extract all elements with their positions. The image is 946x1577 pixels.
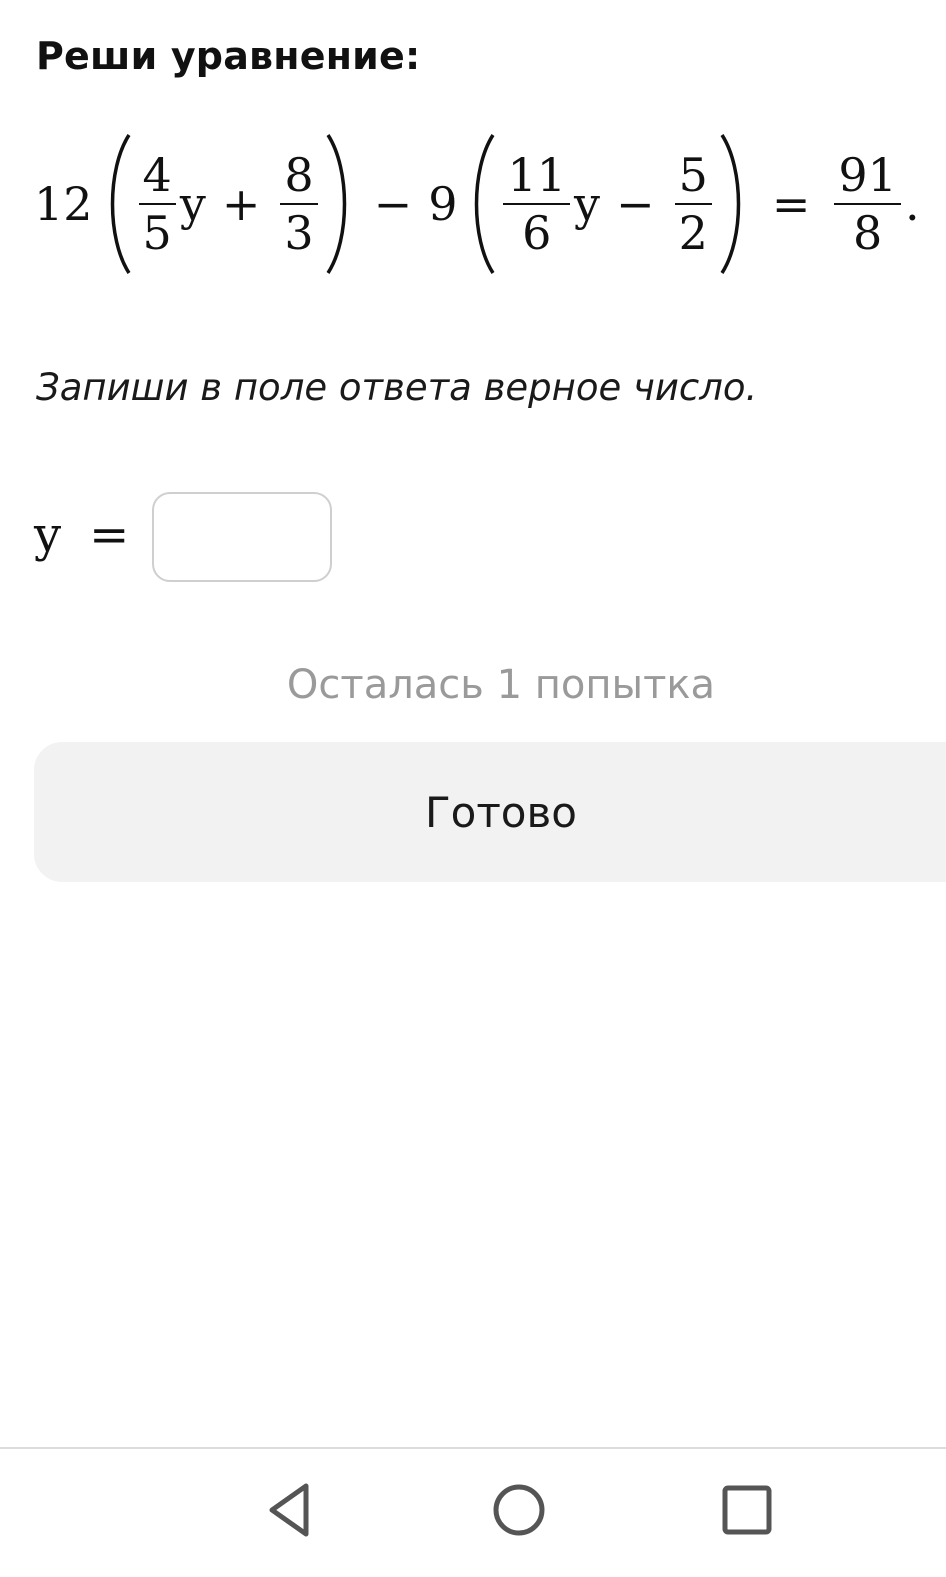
fraction-denominator: 3 xyxy=(284,206,314,260)
fraction-4-5: 4 5 xyxy=(138,147,176,261)
fraction-numerator: 4 xyxy=(142,148,172,202)
fraction-numerator: 5 xyxy=(678,148,708,202)
fraction-numerator: 11 xyxy=(507,148,567,202)
task-title: Реши уравнение: xyxy=(36,34,421,78)
equals-sign: = xyxy=(771,177,811,231)
fraction-denominator: 6 xyxy=(522,206,552,260)
fraction-numerator: 8 xyxy=(284,148,314,202)
fraction-numerator: 91 xyxy=(838,148,897,202)
android-nav-bar xyxy=(0,1447,946,1577)
fraction-denominator: 5 xyxy=(142,206,172,260)
fraction-91-8: 91 8 xyxy=(834,147,901,261)
nav-home-button[interactable] xyxy=(484,1475,554,1545)
instruction-text: Запиши в поле ответа верное число. xyxy=(36,366,758,409)
right-paren-1 xyxy=(322,129,358,279)
fraction-denominator: 8 xyxy=(853,206,883,260)
nav-back-button[interactable] xyxy=(254,1475,324,1545)
fraction-11-6: 11 6 xyxy=(503,147,571,261)
minus-sign: − xyxy=(616,177,655,231)
fraction-denominator: 2 xyxy=(678,206,708,260)
variable-y: y xyxy=(574,177,601,231)
answer-variable: y xyxy=(34,507,62,563)
plus-sign: + xyxy=(221,177,261,231)
left-paren-2 xyxy=(463,129,499,279)
triangle-back-icon xyxy=(269,1483,309,1537)
answer-input[interactable] xyxy=(152,492,332,582)
answer-equals-sign: = xyxy=(89,507,130,563)
fraction-5-2: 5 2 xyxy=(674,147,712,261)
variable-y: y xyxy=(179,177,206,231)
nav-recent-apps-button[interactable] xyxy=(712,1475,782,1545)
left-paren-1 xyxy=(99,129,135,279)
right-paren-2 xyxy=(716,129,752,279)
answer-label: y = xyxy=(34,500,129,570)
equation-coefficient-12: 12 xyxy=(34,177,93,231)
equation-period: . xyxy=(904,177,920,231)
square-recent-apps-icon xyxy=(722,1485,772,1535)
minus-sign: − xyxy=(373,177,413,231)
done-button-label: Готово xyxy=(425,787,577,837)
attempts-remaining: Осталась 1 попытка xyxy=(286,662,716,708)
circle-home-icon xyxy=(493,1484,545,1536)
done-button[interactable]: Готово xyxy=(34,742,946,882)
fraction-8-3: 8 3 xyxy=(280,147,318,261)
equation: 12 4 5 y + 8 3 − 9 11 6 y − 5 2 = 91 8 . xyxy=(34,124,920,284)
equation-coefficient-9: 9 xyxy=(428,177,458,231)
